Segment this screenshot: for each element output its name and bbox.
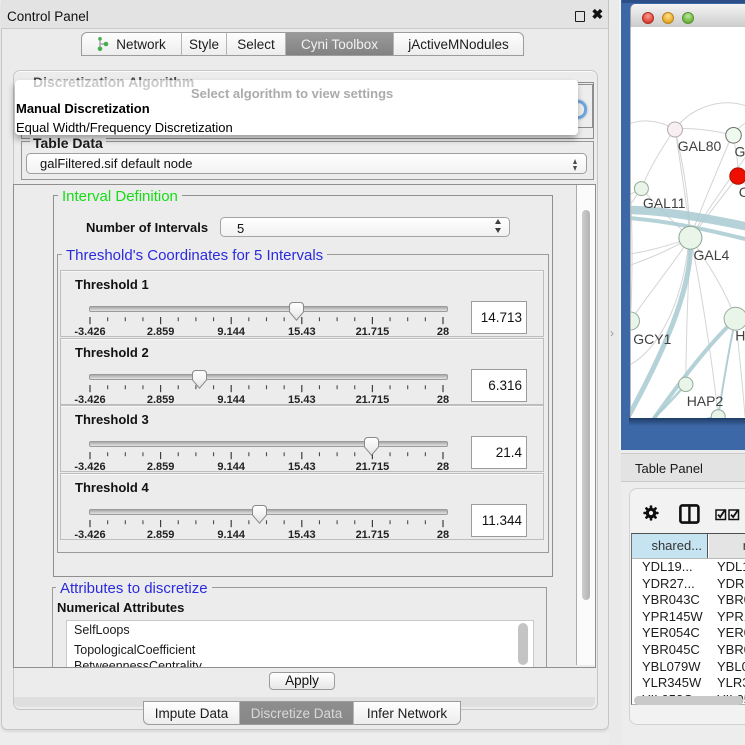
svg-text:GA: GA [735, 144, 745, 160]
svg-text:GAL4: GAL4 [694, 247, 730, 263]
svg-text:GAL11: GAL11 [643, 195, 686, 211]
svg-text:HAP2: HAP2 [687, 393, 724, 409]
svg-text:C: C [739, 184, 745, 200]
svg-text:GCY1: GCY1 [633, 331, 671, 347]
svg-text:H: H [735, 328, 745, 344]
svg-text:GAL80: GAL80 [678, 138, 722, 154]
